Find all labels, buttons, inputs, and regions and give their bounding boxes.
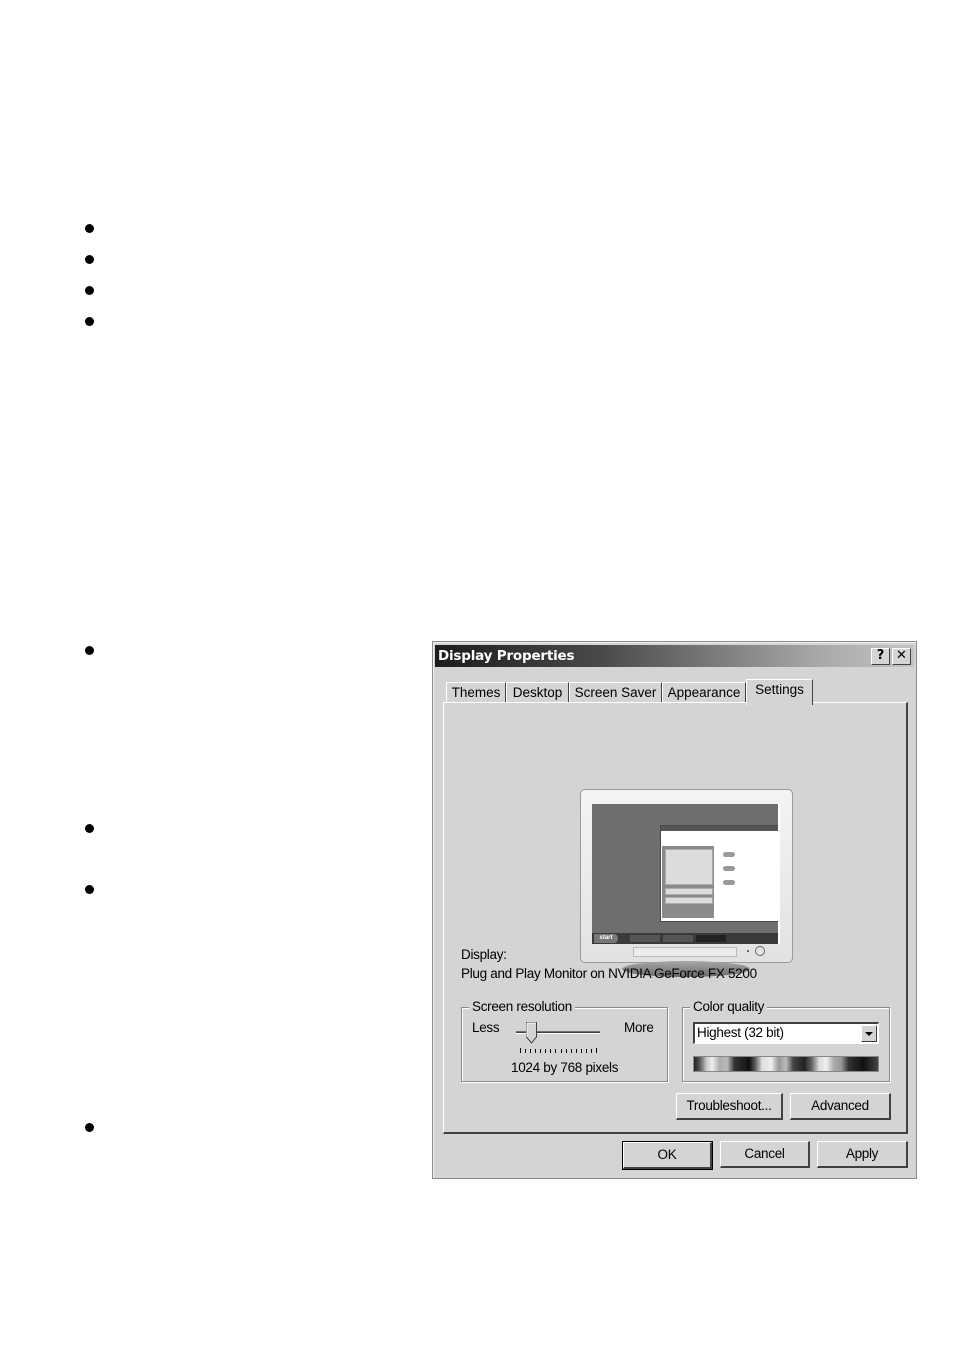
- monitor-bezel: start: [580, 789, 793, 963]
- screen-resolution-legend: Screen resolution: [469, 999, 575, 1014]
- list-bullet: [85, 255, 94, 264]
- list-bullet: [85, 286, 94, 295]
- preview-taskbar: start: [592, 933, 778, 944]
- tab-desktop[interactable]: Desktop: [506, 682, 569, 703]
- list-bullet: [85, 317, 94, 326]
- slider-tick: [580, 1049, 582, 1053]
- title-bar[interactable]: Display Properties ? ✕: [435, 645, 914, 667]
- dialog-title: Display Properties: [438, 648, 575, 664]
- more-label: More: [624, 1020, 654, 1035]
- screen-resolution-group: Screen resolution Less More 1024 by 768 …: [461, 999, 668, 1082]
- help-button[interactable]: ?: [871, 648, 890, 665]
- tab-screen-saver[interactable]: Screen Saver: [569, 682, 662, 703]
- power-button-icon: [755, 946, 765, 956]
- resolution-ticks: [520, 1048, 598, 1054]
- display-properties-dialog: Display Properties ? ✕ Themes Desktop Sc…: [432, 641, 917, 1179]
- resolution-slider-thumb[interactable]: [525, 1022, 537, 1044]
- slider-tick: [590, 1049, 592, 1053]
- preview-window: [660, 825, 778, 922]
- chevron-down-icon[interactable]: [861, 1025, 877, 1042]
- slider-tick: [525, 1049, 527, 1053]
- slider-tick: [575, 1049, 577, 1053]
- slider-tick: [560, 1049, 562, 1053]
- tab-settings[interactable]: Settings: [746, 679, 813, 705]
- advanced-button[interactable]: Advanced: [790, 1093, 891, 1120]
- color-quality-select[interactable]: Highest (32 bit): [693, 1022, 879, 1044]
- display-device: Plug and Play Monitor on NVIDIA GeForce …: [461, 966, 757, 981]
- list-bullet: [85, 224, 94, 233]
- help-icon: ?: [876, 648, 885, 663]
- slider-tick: [535, 1049, 537, 1053]
- list-bullet: [85, 646, 94, 655]
- drive-icon: [723, 880, 735, 885]
- tab-appearance[interactable]: Appearance: [662, 682, 746, 703]
- preview-start-button: start: [594, 934, 618, 943]
- slider-tick: [570, 1049, 572, 1053]
- apply-button[interactable]: Apply: [817, 1141, 908, 1168]
- slider-tick: [565, 1049, 567, 1053]
- slider-tick: [555, 1049, 557, 1053]
- ok-button[interactable]: OK: [622, 1141, 713, 1170]
- color-quality-legend: Color quality: [690, 999, 768, 1014]
- close-icon: ✕: [896, 648, 907, 663]
- color-quality-group: Color quality Highest (32 bit): [682, 999, 890, 1082]
- list-bullet: [85, 1123, 94, 1132]
- list-bullet: [85, 824, 94, 833]
- slider-tick: [596, 1048, 597, 1053]
- troubleshoot-button[interactable]: Troubleshoot...: [676, 1093, 783, 1120]
- slider-tick: [540, 1049, 542, 1053]
- drive-icon: [723, 866, 735, 871]
- monitor-screen: start: [592, 804, 780, 944]
- cancel-button[interactable]: Cancel: [720, 1141, 810, 1168]
- drive-icon: [723, 852, 735, 857]
- slider-tick: [585, 1049, 587, 1053]
- tab-themes[interactable]: Themes: [446, 682, 506, 703]
- color-quality-value: Highest (32 bit): [697, 1025, 784, 1040]
- settings-panel: start Display: Plug and Play Monitor on …: [443, 702, 908, 1134]
- slider-tick: [530, 1049, 532, 1053]
- list-bullet: [85, 885, 94, 894]
- close-button[interactable]: ✕: [892, 648, 911, 665]
- slider-tick: [545, 1049, 547, 1053]
- slider-tick: [520, 1048, 521, 1053]
- less-label: Less: [472, 1020, 500, 1035]
- resolution-value: 1024 by 768 pixels: [511, 1060, 619, 1075]
- slider-tick: [550, 1049, 552, 1053]
- color-sample-bar: [693, 1056, 879, 1072]
- display-label: Display:: [461, 947, 507, 962]
- monitor-preview: start: [580, 789, 793, 979]
